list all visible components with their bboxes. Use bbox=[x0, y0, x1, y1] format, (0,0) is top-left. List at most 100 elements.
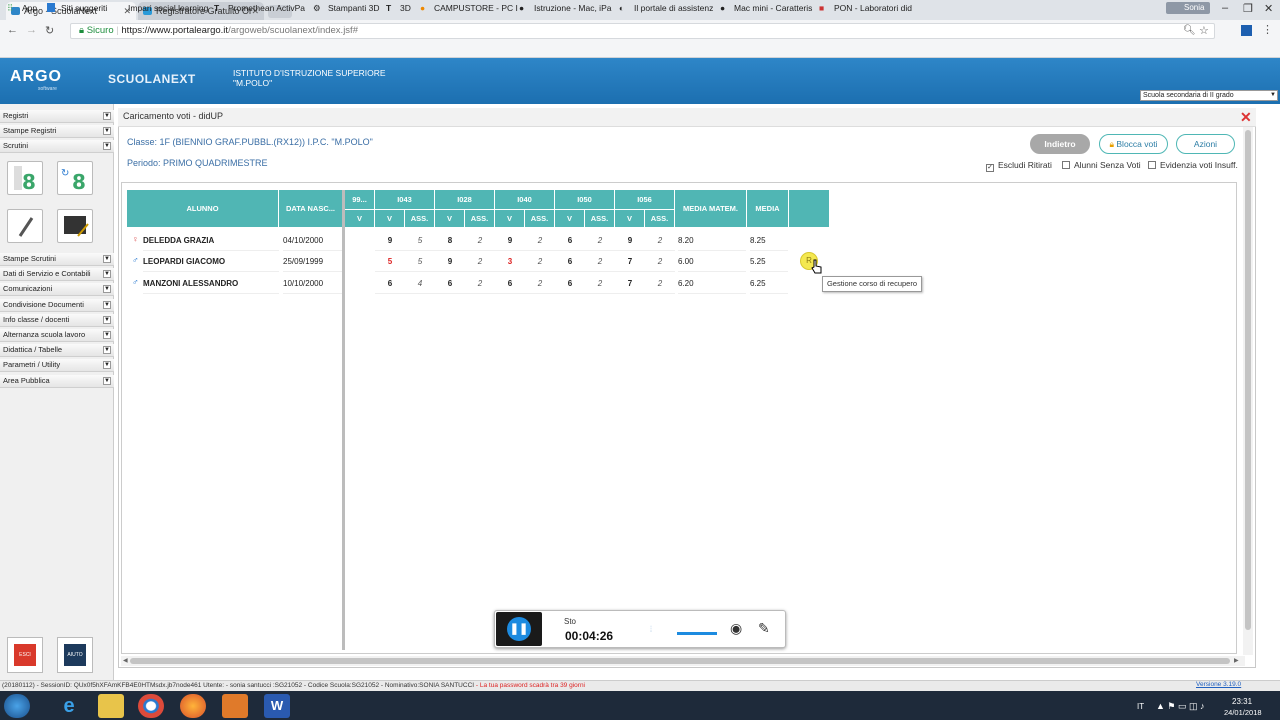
sidebar-item[interactable]: Parametri / Utility ▼ bbox=[0, 359, 114, 373]
bookmark-item[interactable]: CAMPUSTORE - PC I bbox=[434, 3, 518, 13]
column-header-v[interactable]: V bbox=[435, 210, 465, 228]
clock-date[interactable]: 24/01/2018 bbox=[1224, 708, 1262, 717]
zoom-icon[interactable]: 🔍︎ bbox=[1183, 25, 1196, 36]
url-input[interactable]: 🔒︎ Sicuro | https://www.portaleargo.it/a… bbox=[70, 23, 1215, 39]
column-header-ass[interactable]: ASS. bbox=[405, 210, 435, 228]
column-header-media[interactable]: MEDIA bbox=[747, 190, 789, 228]
actions-button[interactable]: Azioni bbox=[1176, 134, 1235, 154]
exclude-withdrawn-checkbox[interactable]: ✓ Escludi Ritirati bbox=[986, 160, 1052, 172]
grade-cell[interactable]: 3 bbox=[495, 251, 525, 273]
sidebar-item[interactable]: Area Pubblica ▼ bbox=[0, 374, 114, 388]
absence-cell[interactable]: 2 bbox=[645, 230, 675, 251]
column-header-v[interactable]: V bbox=[555, 210, 585, 228]
ie-icon[interactable]: e bbox=[56, 694, 82, 718]
column-header-ass[interactable]: ASS. bbox=[525, 210, 555, 228]
grade-cell[interactable]: 9 bbox=[435, 251, 465, 273]
grade-cell[interactable]: 6 bbox=[375, 273, 405, 294]
column-header-extra[interactable] bbox=[789, 190, 830, 228]
bookmark-item[interactable]: 3D bbox=[400, 3, 411, 13]
tray-icons[interactable]: ▲ ⚑ ▭ ◫ ♪ bbox=[1156, 701, 1205, 712]
bookmark-item[interactable]: Mac mini - Caratteris bbox=[734, 3, 812, 13]
absence-cell[interactable]: 2 bbox=[585, 230, 615, 251]
reload-icon[interactable]: ↻ bbox=[45, 24, 54, 37]
grade-cell[interactable]: 8 bbox=[435, 230, 465, 251]
sidebar-item[interactable]: Registri ▼ bbox=[0, 110, 114, 123]
student-name[interactable]: MANZONI ALESSANDRO bbox=[143, 273, 279, 294]
word-icon[interactable]: W bbox=[264, 694, 290, 718]
version-link[interactable]: Versione 3.19.0 bbox=[1196, 681, 1241, 688]
close-panel-icon[interactable]: ✕ bbox=[1240, 109, 1252, 126]
profile-button[interactable]: Sonia bbox=[1166, 2, 1210, 14]
language-indicator[interactable]: IT bbox=[1137, 702, 1144, 711]
grade-cell[interactable]: 6 bbox=[495, 273, 525, 294]
close-window-icon[interactable]: ✕ bbox=[1264, 2, 1273, 15]
board-button[interactable] bbox=[57, 209, 93, 243]
edit-button[interactable] bbox=[7, 209, 43, 243]
sidebar-item[interactable]: Condivisione Documenti ▼ bbox=[0, 298, 114, 312]
media-player-icon[interactable] bbox=[222, 694, 248, 718]
bookmark-item[interactable]: Siti suggeriti bbox=[61, 3, 107, 13]
bookmark-item[interactable]: Impari social learning bbox=[128, 3, 208, 13]
star-icon[interactable]: ☆ bbox=[1199, 24, 1209, 37]
grade-cell[interactable]: 6 bbox=[555, 230, 585, 251]
column-header-v[interactable]: V bbox=[345, 210, 375, 228]
back-icon[interactable]: ← bbox=[7, 24, 18, 36]
absence-cell[interactable]: 2 bbox=[585, 251, 615, 273]
column-header-99[interactable]: 99... bbox=[345, 190, 375, 210]
grade-cell[interactable]: 6 bbox=[555, 273, 585, 294]
file-explorer-icon[interactable] bbox=[98, 694, 124, 718]
clock-time[interactable]: 23:31 bbox=[1232, 697, 1252, 706]
bookmark-item[interactable]: Istruzione - Mac, iPa bbox=[534, 3, 611, 13]
student-name[interactable]: LEOPARDI GIACOMO bbox=[143, 251, 279, 273]
help-button[interactable]: AIUTO bbox=[57, 637, 93, 673]
grade-cell[interactable]: 6 bbox=[435, 273, 465, 294]
column-header-ass[interactable]: ASS. bbox=[645, 210, 675, 228]
column-header-ass[interactable]: ASS. bbox=[465, 210, 495, 228]
scroll-right-icon[interactable]: ▶ bbox=[1234, 657, 1239, 664]
column-header-subject[interactable]: I050 bbox=[555, 190, 615, 210]
sidebar-item[interactable]: Didattica / Tabelle ▼ bbox=[0, 344, 114, 358]
lock-grades-button[interactable]: 🔒︎ Blocca voti bbox=[1099, 134, 1168, 154]
highlight-insufficient-checkbox[interactable]: Evidenzia voti Insuff. bbox=[1148, 160, 1238, 170]
bookmark-app[interactable]: App bbox=[22, 3, 37, 13]
sidebar-item[interactable]: Info classe / docenti ▼ bbox=[0, 313, 114, 327]
windows-start-icon[interactable] bbox=[4, 694, 30, 718]
frozen-column-divider[interactable] bbox=[342, 190, 345, 650]
vertical-scroll-thumb[interactable] bbox=[1245, 130, 1251, 630]
scroll-left-icon[interactable]: ◀ bbox=[123, 657, 128, 664]
column-header-subject[interactable]: I040 bbox=[495, 190, 555, 210]
grade-cell[interactable]: 6 bbox=[555, 251, 585, 273]
grade-cell[interactable]: 9 bbox=[495, 230, 525, 251]
bookmark-item[interactable]: PON - Laboratori did bbox=[834, 3, 912, 13]
grade-cell[interactable]: 7 bbox=[615, 273, 645, 294]
absence-cell[interactable]: 5 bbox=[405, 230, 435, 251]
sidebar-item[interactable]: Stampe Registri ▼ bbox=[0, 125, 114, 138]
grade-cell[interactable]: 9 bbox=[615, 230, 645, 251]
chrome-icon[interactable] bbox=[138, 694, 164, 718]
column-header-subject[interactable]: I056 bbox=[615, 190, 675, 210]
column-header-media-matem[interactable]: MEDIA MATEM. bbox=[675, 190, 747, 228]
sidebar-item[interactable]: Comunicazioni ▼ bbox=[0, 283, 114, 297]
sidebar-item[interactable]: Dati di Servizio e Contabili ▼ bbox=[0, 268, 114, 282]
forward-icon[interactable]: → bbox=[26, 24, 37, 36]
sidebar-item[interactable]: Alternanza scuola lavoro ▼ bbox=[0, 329, 114, 342]
extension-icon[interactable] bbox=[1241, 25, 1252, 36]
grades-8-button[interactable]: 8 bbox=[7, 161, 43, 195]
column-header-student[interactable]: ALUNNO bbox=[127, 190, 279, 228]
absence-cell[interactable]: 2 bbox=[585, 273, 615, 294]
grade-cell[interactable]: 9 bbox=[375, 230, 405, 251]
webcam-icon[interactable]: ◉ bbox=[730, 620, 742, 637]
minimize-icon[interactable]: – bbox=[1222, 2, 1228, 14]
absence-cell[interactable]: 2 bbox=[465, 251, 495, 273]
bookmark-item[interactable]: Stampanti 3D bbox=[328, 3, 380, 13]
exit-button[interactable]: ESCI bbox=[7, 637, 43, 673]
column-header-v[interactable]: V bbox=[495, 210, 525, 228]
bookmark-item[interactable]: Il portale di assistenz bbox=[634, 3, 713, 13]
pen-icon[interactable]: ✎ bbox=[758, 620, 770, 637]
absence-cell[interactable]: 2 bbox=[465, 230, 495, 251]
volume-slider[interactable] bbox=[677, 632, 717, 635]
grades-compare-button[interactable]: ↻ 8 bbox=[57, 161, 93, 195]
column-header-v[interactable]: V bbox=[615, 210, 645, 228]
maximize-icon[interactable]: ❐ bbox=[1243, 2, 1253, 15]
back-button[interactable]: Indietro bbox=[1030, 134, 1090, 154]
